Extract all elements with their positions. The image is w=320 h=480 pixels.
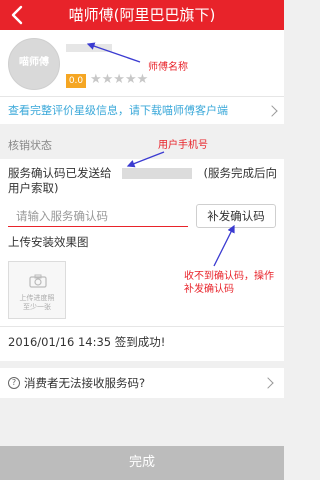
- upload-hint: 上传进度照 至少一张: [19, 294, 55, 311]
- checkin-status: 2016/01/16 14:35 签到成功!: [8, 335, 166, 349]
- rating-score-badge: 0.0: [66, 74, 86, 88]
- annotation-resend: 收不到确认码，操作补发确认码: [184, 271, 274, 295]
- phone-number-blurred: [122, 168, 192, 179]
- divider: [0, 326, 284, 327]
- resend-code-button[interactable]: 补发确认码: [196, 204, 276, 228]
- help-row[interactable]: ? 消费者无法接收服务码?: [0, 368, 284, 398]
- rating-link-text[interactable]: 查看完整评价星级信息，请下载喵师傅客户端: [8, 104, 228, 118]
- annotation-user-phone: 用户手机号: [158, 140, 208, 151]
- done-button[interactable]: 完成: [0, 446, 284, 480]
- upload-label: 上传安装效果图: [8, 235, 89, 249]
- camera-icon: [29, 274, 47, 288]
- question-icon: ?: [8, 377, 20, 389]
- annotation-master-name: 师傅名称: [148, 62, 188, 73]
- confirm-code-input[interactable]: [8, 205, 188, 227]
- chevron-right-icon: [266, 105, 278, 117]
- upload-photo-button[interactable]: 上传进度照 至少一张: [8, 261, 66, 319]
- avatar-logo-text: 喵师傅: [19, 57, 49, 68]
- chevron-right-icon: [262, 377, 274, 389]
- top-bar: 喵师傅(阿里巴巴旗下): [0, 0, 284, 30]
- rating-link-row[interactable]: 查看完整评价星级信息，请下载喵师傅客户端: [0, 96, 284, 124]
- page-title: 喵师傅(阿里巴巴旗下): [68, 6, 216, 24]
- master-name-blurred: [66, 44, 112, 52]
- help-text[interactable]: 消费者无法接收服务码?: [24, 376, 145, 391]
- verify-panel: 服务确认码已发送给 (服务完成后向用户索取) 补发确认码 上传安装效果图 上传进…: [0, 159, 284, 361]
- section-label: 核销状态: [8, 139, 52, 152]
- rating-stars: ★★★★★: [90, 72, 149, 87]
- avatar: 喵师傅: [8, 38, 60, 90]
